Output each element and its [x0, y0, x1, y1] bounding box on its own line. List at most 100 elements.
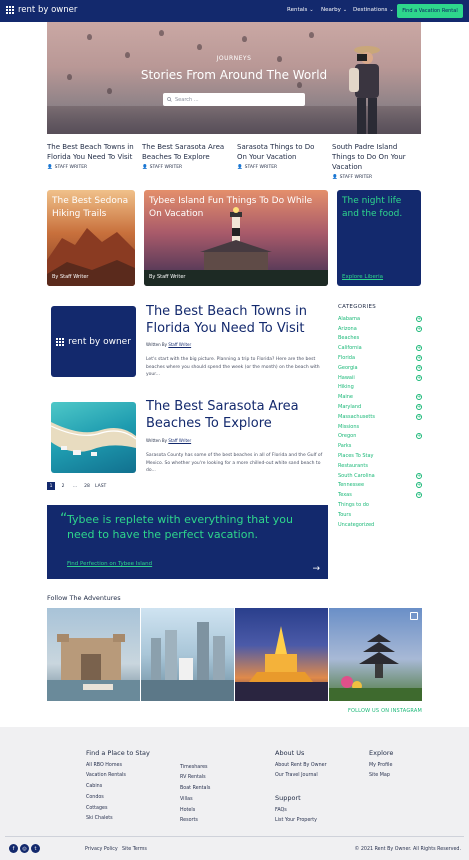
featured-title[interactable]: The Best Beach Towns in Florida You Need…: [47, 142, 135, 162]
hero-search-input[interactable]: Search ...: [163, 93, 305, 106]
instagram-photo[interactable]: [329, 608, 422, 701]
post-thumbnail[interactable]: [51, 402, 136, 473]
plus-circle-icon[interactable]: +: [416, 482, 422, 489]
plus-circle-icon[interactable]: +: [416, 364, 422, 371]
category-item[interactable]: California +: [338, 343, 422, 353]
category-label[interactable]: Uncategorized: [338, 522, 374, 528]
plus-circle-icon[interactable]: +: [416, 315, 422, 322]
footer-link[interactable]: All RBO Homes: [86, 763, 122, 768]
footer-link[interactable]: Hotels: [180, 808, 195, 813]
footer-link[interactable]: Resorts: [180, 818, 198, 823]
category-label[interactable]: Oregon: [338, 433, 356, 439]
brand-logo[interactable]: rent by owner: [6, 5, 77, 15]
footer-link[interactable]: FAQs: [275, 808, 287, 813]
plus-circle-icon[interactable]: +: [416, 355, 422, 362]
instagram-icon[interactable]: ◎: [20, 844, 29, 853]
category-label[interactable]: Arizona: [338, 326, 357, 332]
category-item[interactable]: Maine +: [338, 392, 422, 402]
facebook-icon[interactable]: f: [9, 844, 18, 853]
category-label[interactable]: California: [338, 345, 362, 351]
featured-post[interactable]: Sarasota Things to Do On Your Vacation 👤…: [237, 142, 325, 170]
category-label[interactable]: Parks: [338, 443, 351, 449]
category-label[interactable]: Hiking: [338, 384, 354, 390]
category-label[interactable]: Restaurants: [338, 463, 368, 469]
featured-post[interactable]: The Best Beach Towns in Florida You Need…: [47, 142, 135, 170]
card-sedona[interactable]: The Best Sedona Hiking Trails By Staff W…: [47, 190, 135, 286]
featured-title[interactable]: South Padre Island Things to Do On Your …: [332, 142, 420, 172]
category-item[interactable]: Hiking: [338, 383, 422, 393]
privacy-policy-link[interactable]: Privacy Policy: [85, 847, 118, 852]
category-item[interactable]: Uncategorized: [338, 520, 422, 530]
plus-circle-icon[interactable]: +: [416, 325, 422, 332]
author-link[interactable]: Staff Writer: [168, 342, 191, 347]
plus-circle-icon[interactable]: +: [416, 345, 422, 352]
plus-circle-icon[interactable]: +: [416, 472, 422, 479]
category-label[interactable]: Tours: [338, 512, 351, 518]
category-label[interactable]: Maryland: [338, 404, 361, 410]
footer-link[interactable]: List Your Property: [275, 818, 317, 823]
instagram-photo[interactable]: [141, 608, 234, 701]
category-label[interactable]: Beaches: [338, 335, 359, 341]
category-item[interactable]: Missions: [338, 422, 422, 432]
footer-link[interactable]: About Rent By Owner: [275, 763, 327, 768]
featured-title[interactable]: Sarasota Things to Do On Your Vacation: [237, 142, 325, 162]
site-terms-link[interactable]: Site Terms: [122, 847, 147, 852]
category-label[interactable]: Tennessee: [338, 482, 364, 488]
category-label[interactable]: Georgia: [338, 365, 358, 371]
footer-link[interactable]: Cottages: [86, 806, 107, 811]
post-title[interactable]: The Best Beach Towns in Florida You Need…: [146, 303, 321, 337]
nav-nearby[interactable]: Nearby ⌄: [321, 7, 347, 13]
last-page-link[interactable]: LAST: [95, 482, 106, 490]
category-label[interactable]: Florida: [338, 355, 355, 361]
category-item[interactable]: Florida +: [338, 353, 422, 363]
featured-post[interactable]: South Padre Island Things to Do On Your …: [332, 142, 420, 180]
plus-circle-icon[interactable]: +: [416, 374, 422, 381]
category-item[interactable]: Things to do: [338, 500, 422, 510]
footer-link[interactable]: Cabins: [86, 784, 102, 789]
page-link[interactable]: 1: [47, 482, 55, 490]
category-item[interactable]: Texas +: [338, 490, 422, 500]
plus-circle-icon[interactable]: +: [416, 433, 422, 440]
card-liberia[interactable]: The night life and the food. Explore Lib…: [337, 190, 421, 286]
featured-title[interactable]: The Best Sarasota Area Beaches To Explor…: [142, 142, 230, 162]
category-item[interactable]: Hawaii +: [338, 373, 422, 383]
nav-rentals[interactable]: Rentals ⌄: [287, 7, 314, 13]
card-tybee[interactable]: Tybee Island Fun Things To Do While On V…: [144, 190, 328, 286]
category-label[interactable]: Places To Stay: [338, 453, 374, 459]
post-title[interactable]: The Best Sarasota Area Beaches To Explor…: [146, 398, 321, 432]
plus-circle-icon[interactable]: +: [416, 394, 422, 401]
footer-link[interactable]: Site Map: [369, 773, 390, 778]
page-link[interactable]: 2: [59, 482, 67, 490]
category-item[interactable]: Beaches: [338, 334, 422, 344]
category-label[interactable]: Texas: [338, 492, 352, 498]
plus-circle-icon[interactable]: +: [416, 413, 422, 420]
footer-link[interactable]: RV Rentals: [180, 775, 206, 780]
category-item[interactable]: Arizona +: [338, 324, 422, 334]
category-item[interactable]: Oregon +: [338, 432, 422, 442]
category-label[interactable]: Things to do: [338, 502, 369, 508]
category-item[interactable]: Massachusetts +: [338, 412, 422, 422]
arrow-right-icon[interactable]: →: [312, 565, 320, 574]
category-item[interactable]: South Carolina +: [338, 471, 422, 481]
tybee-link[interactable]: Find Perfection on Tybee Island: [67, 561, 152, 567]
category-item[interactable]: Tours: [338, 510, 422, 520]
category-label[interactable]: South Carolina: [338, 473, 375, 479]
footer-link[interactable]: Vacation Rentals: [86, 773, 126, 778]
footer-link[interactable]: Timeshares: [180, 765, 208, 770]
category-label[interactable]: Massachusetts: [338, 414, 375, 420]
twitter-icon[interactable]: t: [31, 844, 40, 853]
nav-destinations[interactable]: Destinations ⌄: [353, 7, 394, 13]
featured-post[interactable]: The Best Sarasota Area Beaches To Explor…: [142, 142, 230, 170]
instagram-follow-link[interactable]: FOLLOW US ON INSTAGRAM: [340, 708, 422, 714]
footer-link[interactable]: Villas: [180, 797, 193, 802]
category-item[interactable]: Restaurants: [338, 461, 422, 471]
category-label[interactable]: Alabama: [338, 316, 360, 322]
category-label[interactable]: Maine: [338, 394, 353, 400]
explore-liberia-link[interactable]: Explore Liberia: [342, 274, 383, 280]
post-thumbnail[interactable]: rent by owner: [51, 306, 136, 377]
instagram-photo[interactable]: [47, 608, 140, 701]
footer-link[interactable]: Boat Rentals: [180, 786, 210, 791]
category-label[interactable]: Missions: [338, 424, 359, 430]
footer-link[interactable]: Our Travel Journal: [275, 773, 318, 778]
plus-circle-icon[interactable]: +: [416, 492, 422, 499]
